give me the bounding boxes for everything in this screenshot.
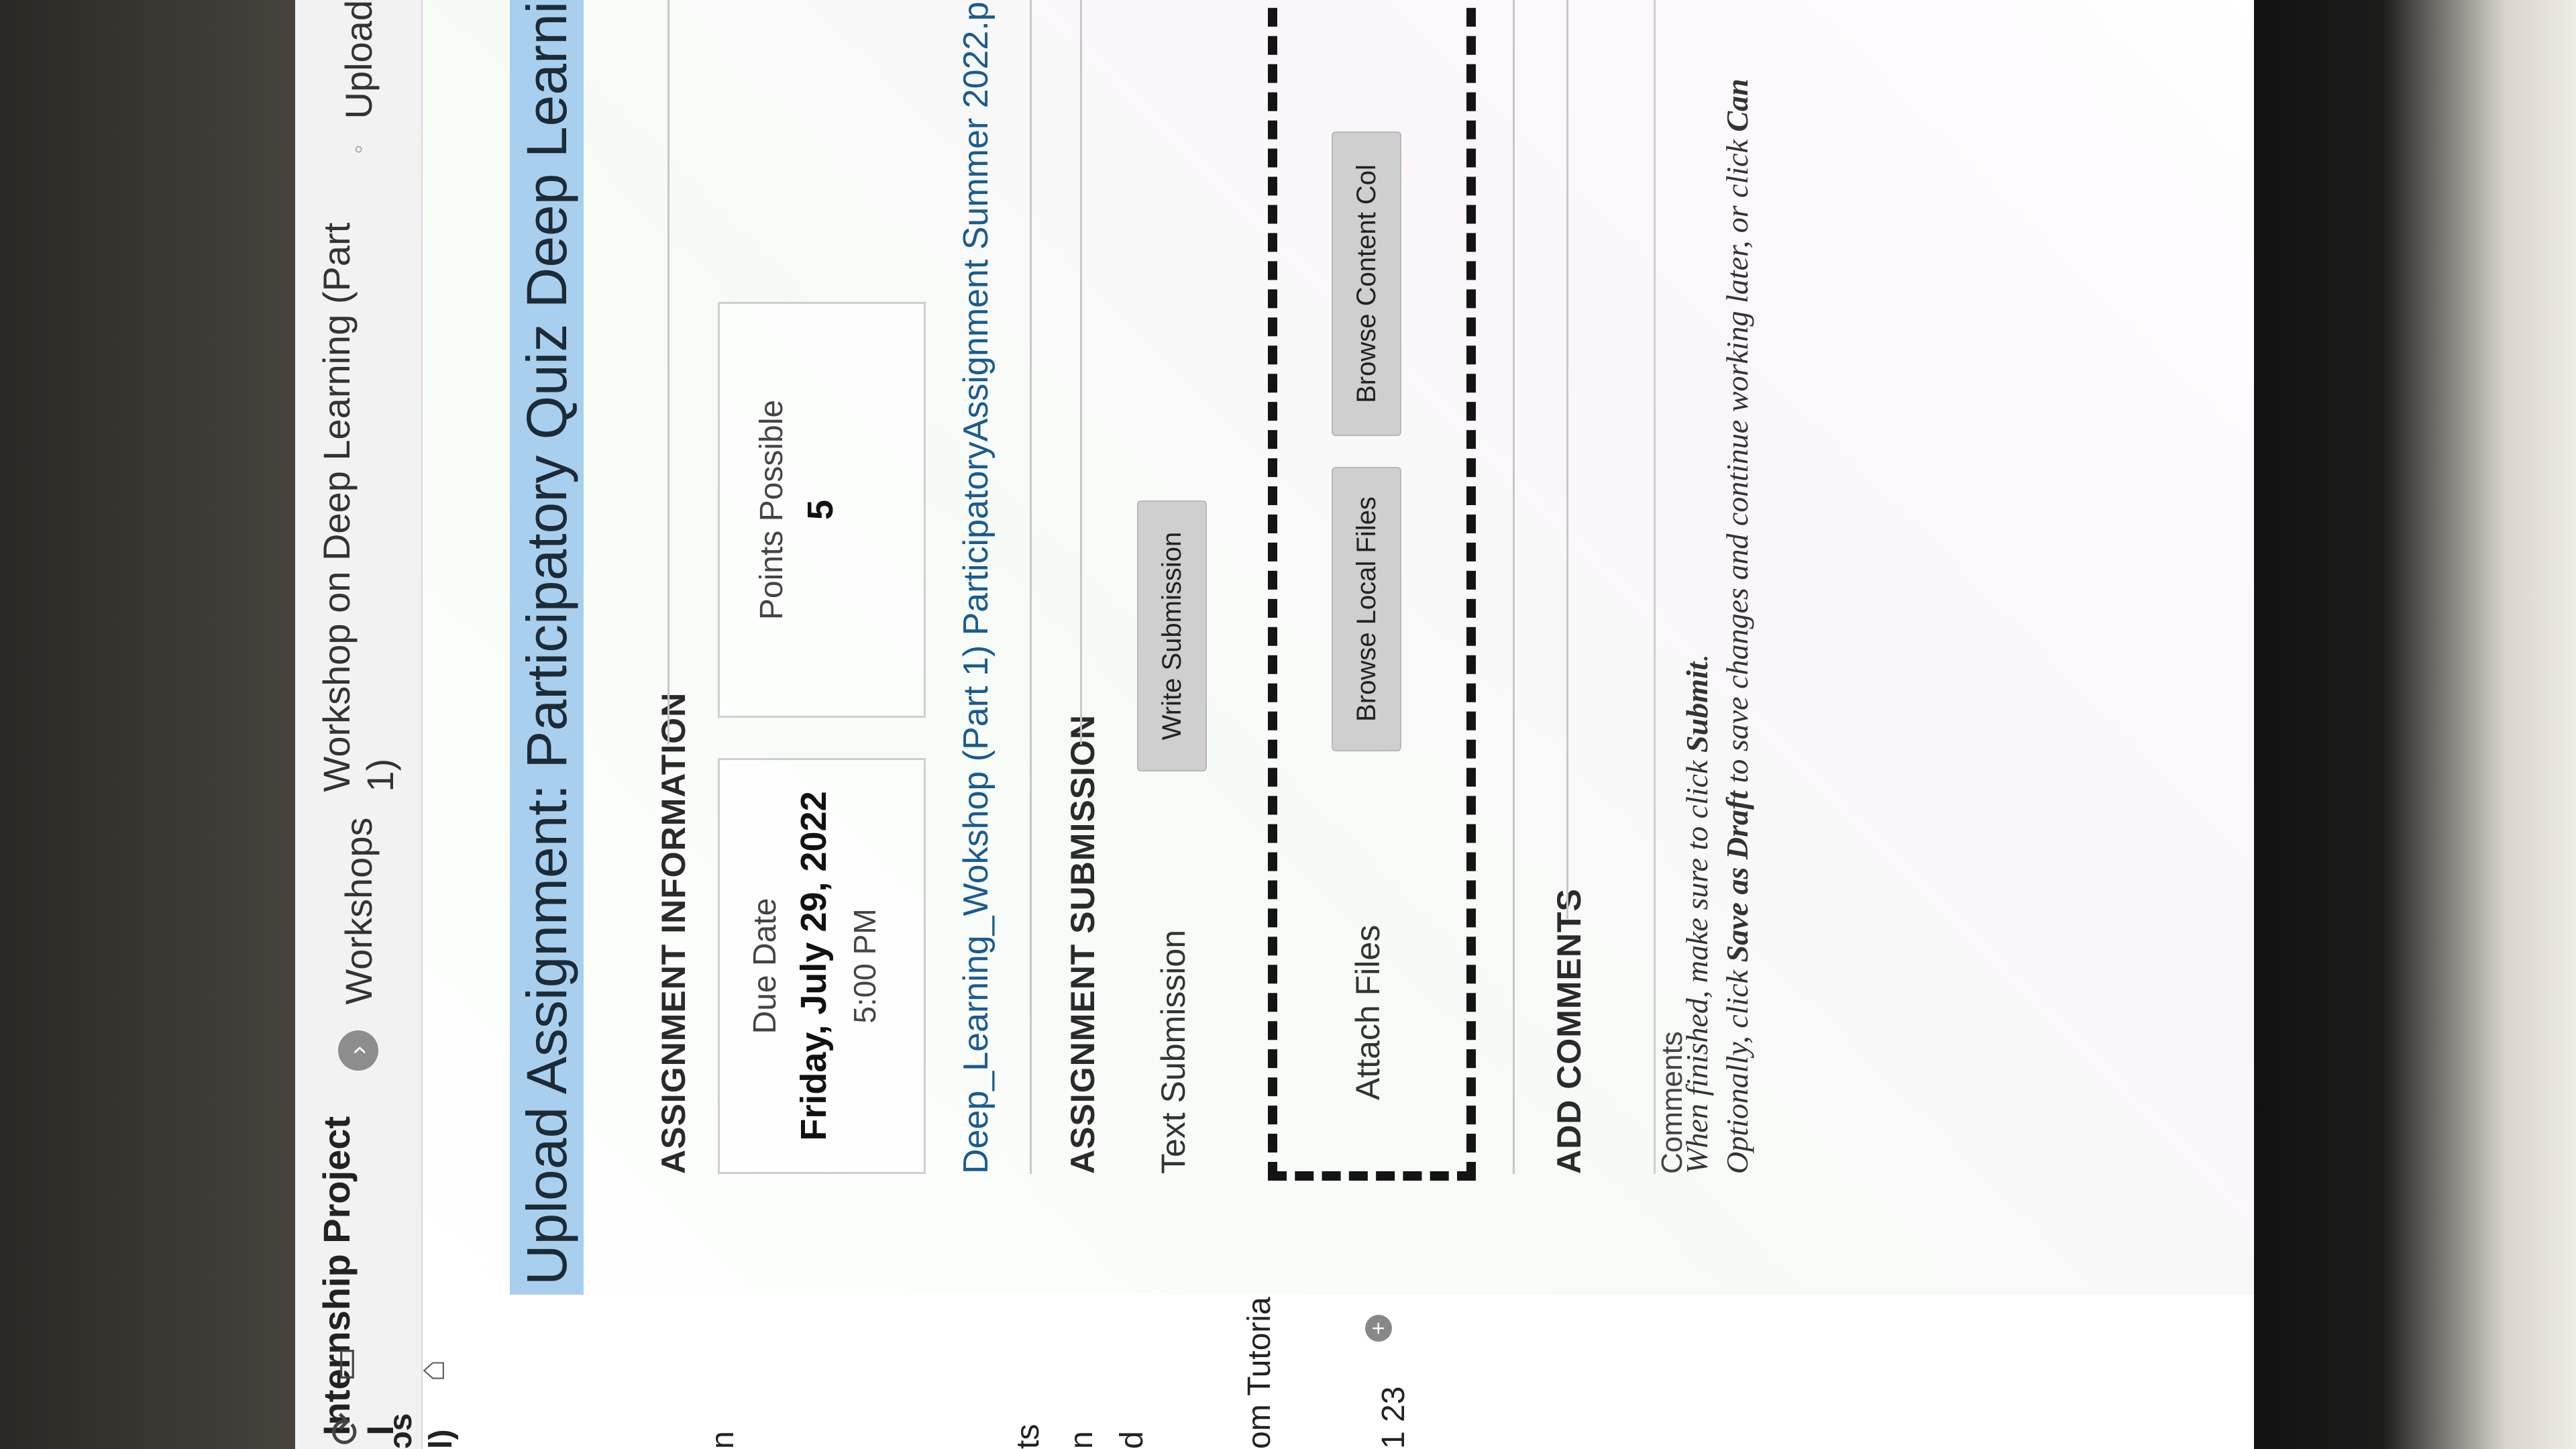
chevron-right-icon[interactable]: › xyxy=(338,1030,378,1071)
main-content: Upload Assignment: Participatory Quiz De… xyxy=(423,0,2254,1295)
assignment-information-heading: ASSIGNMENT INFORMATION xyxy=(655,692,692,1174)
points-possible-box: Points Possible 5 xyxy=(718,302,926,718)
page-title: Upload Assignment: Participatory Quiz De… xyxy=(510,0,584,1295)
divider xyxy=(667,0,669,745)
sidebar-item-fragment[interactable]: l) xyxy=(423,1430,460,1449)
divider xyxy=(1513,0,1515,1174)
due-date-label: Due Date xyxy=(747,898,783,1034)
hint-submit-text: Submit xyxy=(1680,661,1714,753)
window-icon[interactable]: ▭ xyxy=(322,1346,366,1382)
assignment-submission-heading: ASSIGNMENT SUBMISSION xyxy=(1064,714,1102,1174)
breadcrumb-item-workshops[interactable]: Workshops xyxy=(337,818,380,1005)
due-date-box: Due Date Friday, July 29, 2022 5:00 PM xyxy=(718,758,926,1174)
sidebar-item-fragment[interactable]: ts xyxy=(1010,1424,1046,1449)
breadcrumb: Internship Project I › Workshops Worksho… xyxy=(295,0,423,1449)
submit-instructions-line1: When finished, make sure to click Submit… xyxy=(1677,78,1717,1174)
laptop-bezel-right xyxy=(2254,0,2576,1449)
hint-cancel-text: Can xyxy=(1720,78,1754,132)
write-submission-button[interactable]: Write Submission xyxy=(1137,500,1207,771)
add-comments-heading: ADD COMMENTS xyxy=(1550,888,1588,1174)
attach-files-label: Attach Files xyxy=(1349,924,1387,1100)
hint-draft-text: Save as Draft xyxy=(1720,790,1754,963)
breadcrumb-item-workshop[interactable]: Workshop on Deep Learning (Part 1) xyxy=(315,180,402,792)
sidebar-item-fragment: 1 23 xyxy=(1376,1386,1411,1449)
sidebar-item-fragment[interactable]: d xyxy=(1114,1431,1150,1449)
breadcrumb-item-upload: Upload xyxy=(337,0,380,119)
divider xyxy=(1080,0,1082,745)
breadcrumb-course[interactable]: Internship Project I xyxy=(315,1096,402,1436)
submit-instructions: When finished, make sure to click Submit… xyxy=(1677,78,1758,1174)
due-date-value: Friday, July 29, 2022 xyxy=(794,791,834,1141)
add-icon[interactable]: + xyxy=(1365,1315,1392,1342)
sidebar-item-fragment[interactable]: n xyxy=(1063,1431,1100,1449)
browse-local-files-button[interactable]: Browse Local Files xyxy=(1332,467,1401,751)
divider xyxy=(1566,0,1568,919)
points-possible-value: 5 xyxy=(800,499,841,521)
hint-text: When finished, make sure to click xyxy=(1680,752,1714,1174)
course-menu: ⟳ ▭ ⌂ ɔs l) n ts n d om Tutorial 1 23 + xyxy=(323,1290,2254,1449)
hint-text: to save changes and continue working lat… xyxy=(1720,131,1754,791)
rotated-page: Internship Project I › Workshops Worksho… xyxy=(295,0,2254,1449)
laptop-bezel-left xyxy=(0,0,295,1449)
points-possible-label: Points Possible xyxy=(754,399,790,621)
due-time-value: 5:00 PM xyxy=(847,908,882,1024)
home-icon[interactable]: ⌂ xyxy=(409,1359,453,1382)
divider xyxy=(1030,0,1032,1174)
text-submission-label: Text Submission xyxy=(1155,929,1192,1174)
assignment-file-link[interactable]: Deep_Learning_Wokshop (Part 1) Participa… xyxy=(956,0,996,1174)
sidebar-item-fragment[interactable]: ɔs xyxy=(382,1413,419,1449)
browse-content-collection-button[interactable]: Browse Content Col xyxy=(1332,131,1401,436)
screen: Internship Project I › Workshops Worksho… xyxy=(295,0,2254,1449)
refresh-icon[interactable]: ⟳ xyxy=(322,1412,369,1446)
sidebar-item-fragment[interactable]: om Tutorial xyxy=(1241,1290,1278,1449)
submit-instructions-line2: Optionally, click Save as Draft to save … xyxy=(1717,78,1758,1174)
breadcrumb-separator: ◦ xyxy=(343,144,373,154)
hint-text: . xyxy=(1680,653,1714,662)
hint-text: Optionally, click xyxy=(1720,962,1754,1174)
sidebar-item-fragment[interactable]: n xyxy=(704,1431,741,1449)
